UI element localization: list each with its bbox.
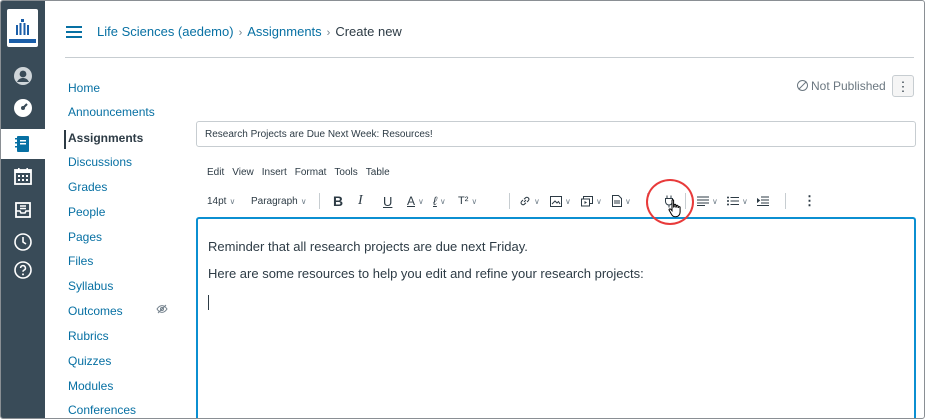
bold-icon[interactable]: B (333, 191, 343, 211)
menu-format[interactable]: Format (295, 167, 327, 178)
course-nav-grades[interactable]: Grades (68, 180, 107, 194)
not-published-icon (797, 80, 808, 91)
image-icon[interactable]: ∨ (550, 191, 571, 211)
course-nav-assignments[interactable]: Assignments (68, 131, 143, 145)
course-nav-modules[interactable]: Modules (68, 379, 113, 393)
history-icon[interactable] (12, 231, 34, 253)
highlight-color-icon[interactable]: ℓ ∨ (433, 191, 446, 211)
inbox-icon[interactable] (12, 199, 34, 221)
courses-icon[interactable] (12, 133, 34, 155)
rich-content-editor[interactable]: Reminder that all research projects are … (196, 217, 916, 418)
superscript-icon[interactable]: T² ∨ (458, 191, 477, 211)
breadcrumb-separator: › (326, 27, 331, 39)
menu-edit[interactable]: Edit (207, 167, 224, 178)
menu-insert[interactable]: Insert (262, 167, 287, 178)
header-divider (65, 57, 914, 58)
underline-icon[interactable]: U (383, 191, 392, 211)
menu-table[interactable]: Table (366, 167, 390, 178)
breadcrumb-assignments-link[interactable]: Assignments (247, 24, 321, 39)
breadcrumb-current: Create new (335, 24, 402, 39)
course-nav-discussions[interactable]: Discussions (68, 155, 132, 169)
calendar-icon[interactable] (12, 165, 34, 187)
media-icon[interactable]: ∨ (581, 191, 602, 211)
course-nav-people[interactable]: People (68, 205, 105, 219)
institution-logo[interactable] (7, 9, 38, 47)
course-nav-rubrics[interactable]: Rubrics (68, 329, 109, 343)
dashboard-icon[interactable] (12, 97, 34, 119)
document-icon[interactable]: ∨ (612, 191, 631, 211)
editor-paragraph[interactable]: Here are some resources to help you edit… (208, 266, 644, 281)
active-item-indicator (64, 130, 66, 149)
course-nav-conferences[interactable]: Conferences (68, 403, 136, 417)
breadcrumb: Life Sciences (aedemo) › Assignments › Creat… (97, 24, 402, 39)
course-nav-announcements[interactable]: Announcements (68, 105, 155, 119)
account-icon[interactable] (12, 65, 34, 87)
editor-menubar: Edit View Insert Format Tools Table (207, 167, 398, 178)
more-toolbar-icon[interactable]: ⋮ (803, 191, 816, 211)
block-format-value: Paragraph (251, 195, 298, 207)
publish-status: Not Published (797, 79, 886, 93)
italic-icon[interactable]: I (358, 191, 363, 211)
toolbar-divider (785, 193, 786, 209)
font-size-select[interactable]: 14pt ∨ (207, 191, 235, 211)
global-nav (1, 1, 45, 418)
font-size-value: 14pt (207, 195, 227, 207)
text-caret (208, 295, 209, 310)
course-nav-pages[interactable]: Pages (68, 230, 102, 244)
course-nav-quizzes[interactable]: Quizzes (68, 354, 111, 368)
indent-icon[interactable] (757, 191, 769, 211)
block-format-select[interactable]: Paragraph ∨ (251, 191, 307, 211)
course-nav-outcomes[interactable]: Outcomes (68, 304, 123, 318)
hamburger-menu-icon[interactable] (66, 26, 82, 38)
chevron-down-icon: ∨ (300, 196, 307, 206)
page-header: Life Sciences (aedemo) › Assignments › Creat… (45, 1, 924, 57)
menu-view[interactable]: View (232, 167, 254, 178)
link-icon[interactable]: ∨ (519, 191, 540, 211)
hand-pointer-cursor-icon (665, 197, 687, 219)
hidden-eye-icon (156, 304, 168, 317)
breadcrumb-course-link[interactable]: Life Sciences (aedemo) (97, 24, 234, 39)
more-options-button[interactable]: ⋮ (892, 75, 914, 97)
app-window: Life Sciences (aedemo) › Assignments › Creat… (0, 0, 925, 419)
course-nav-syllabus[interactable]: Syllabus (68, 279, 113, 293)
editor-paragraph[interactable]: Reminder that all research projects are … (208, 239, 528, 254)
text-color-icon[interactable]: A ∨ (407, 191, 424, 211)
course-nav-files[interactable]: Files (68, 254, 93, 268)
list-icon[interactable]: ∨ (727, 191, 748, 211)
menu-tools[interactable]: Tools (334, 167, 357, 178)
publish-status-label: Not Published (811, 79, 886, 93)
assignment-title-input[interactable] (196, 121, 916, 147)
toolbar-divider (509, 193, 510, 209)
chevron-down-icon: ∨ (229, 196, 236, 206)
align-icon[interactable]: ∨ (697, 191, 718, 211)
help-icon[interactable] (12, 259, 34, 281)
toolbar-divider (319, 193, 320, 209)
course-nav-home[interactable]: Home (68, 81, 100, 95)
breadcrumb-separator: › (238, 27, 243, 39)
